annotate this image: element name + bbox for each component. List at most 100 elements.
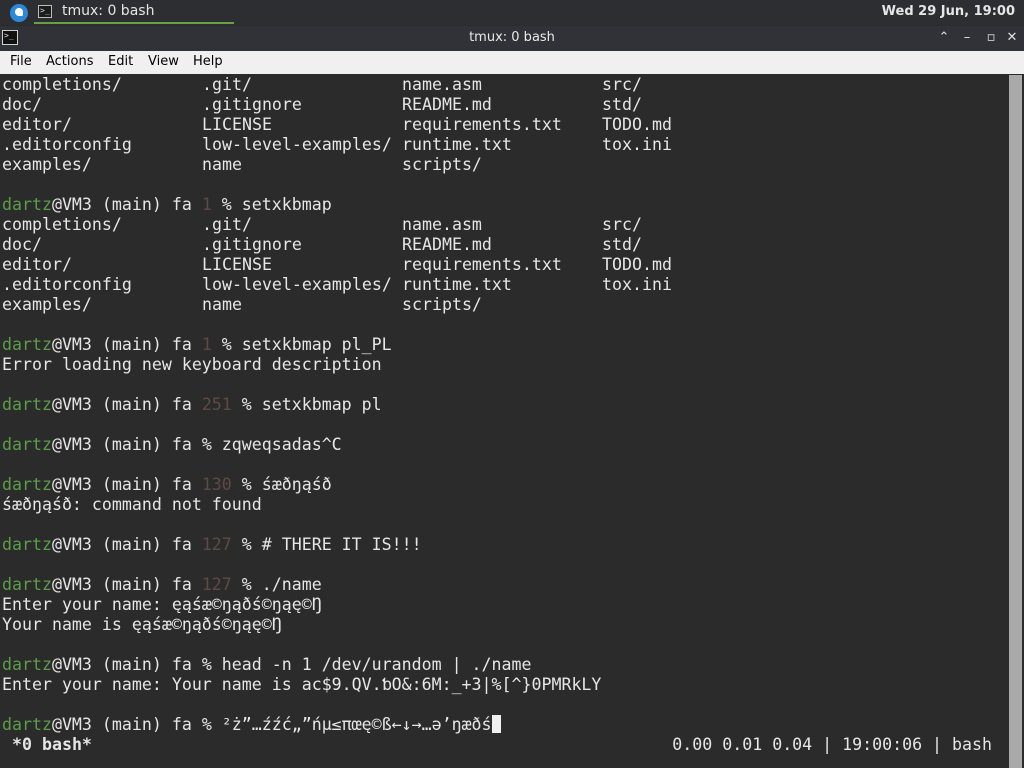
ls-entry: requirements.txt (402, 115, 562, 134)
terminal-output[interactable]: completions/ .git/ name.asm src/ doc/ .g… (0, 75, 1006, 735)
command-text: % ./name (241, 575, 322, 594)
ls-row: examples/ name scripts/ (2, 155, 482, 175)
current-prompt-line[interactable]: dartz@VM3 (main) fa % ²ż”…źźć„”ńµ≤πœę©ß←… (2, 715, 501, 735)
prompt-user: dartz (2, 715, 52, 734)
ls-entry: name (202, 155, 242, 174)
menu-edit[interactable]: Edit (108, 54, 133, 69)
ls-row: completions/ .git/ name.asm src/ (2, 75, 642, 95)
window-title: tmux: 0 bash (469, 30, 555, 45)
ls-entry: editor/ (2, 255, 72, 274)
ls-entry: low-level-examples/ (202, 275, 392, 294)
command-input[interactable]: % ²ż”…źźć„”ńµ≤πœę©ß←↓→…ə’ŋæðś (202, 715, 492, 734)
command-text: % śæðŋąśð (241, 475, 332, 494)
panel-clock[interactable]: Wed 29 Jun, 19:00 (882, 4, 1015, 19)
exit-status: 127 (201, 575, 242, 594)
exit-status: 1 (201, 195, 222, 214)
ls-entry: README.md (402, 235, 492, 254)
prompt-user: dartz (2, 395, 52, 414)
ls-entry: src/ (602, 75, 642, 94)
prompt-line: dartz@VM3 (main) fa 1 % setxkbmap (2, 195, 332, 215)
ls-row: editor/ LICENSE requirements.txt TODO.md (2, 255, 672, 275)
minimize-window-icon[interactable]: – (958, 29, 976, 47)
menu-view[interactable]: View (148, 54, 179, 69)
prompt-host: @VM3 (main) fa (51, 575, 202, 594)
ls-entry: name (202, 295, 242, 314)
ls-entry: editor/ (2, 115, 72, 134)
ls-entry: runtime.txt (402, 275, 512, 294)
ls-entry: std/ (602, 235, 642, 254)
ls-entry: examples/ (2, 155, 92, 174)
prompt-host: @VM3 (main) fa (51, 395, 202, 414)
maximize-window-icon[interactable]: ▫ (982, 29, 1000, 47)
ls-entry: tox.ini (602, 135, 672, 154)
prompt-user: dartz (2, 195, 52, 214)
prompt-host: @VM3 (main) fa (51, 655, 202, 674)
prompt-user: dartz (2, 475, 52, 494)
exit-status: 130 (201, 475, 242, 494)
ls-row: editor/ LICENSE requirements.txt TODO.md (2, 115, 672, 135)
ls-row: .editorconfig low-level-examples/ runtim… (2, 135, 672, 155)
exit-status: 1 (201, 335, 222, 354)
whisker-menu-icon[interactable] (10, 4, 28, 22)
command-text: % # THERE IT IS!!! (241, 535, 422, 554)
command-output: Enter your name: Your name is ac$9.QV.ƅO… (2, 675, 602, 694)
ls-entry: LICENSE (202, 255, 272, 274)
command-text: % setxkbmap pl_PL (221, 335, 392, 354)
scrollbar-thumb[interactable] (1009, 75, 1022, 768)
ls-entry: .editorconfig (2, 275, 132, 294)
ls-entry: .git/ (202, 215, 252, 234)
menu-file[interactable]: File (10, 54, 32, 69)
ls-entry: requirements.txt (402, 255, 562, 274)
prompt-line: dartz@VM3 (main) fa 1 % setxkbmap pl_PL (2, 335, 392, 355)
menu-bar: File Actions Edit View Help (0, 51, 1024, 74)
ls-entry: completions/ (2, 215, 122, 234)
command-text: % zqweqsadas^C (201, 435, 342, 454)
taskbar-item-tmux[interactable]: >_ tmux: 0 bash (34, 2, 234, 24)
terminal-icon: >_ (38, 5, 52, 18)
prompt-line: dartz@VM3 (main) fa % head -n 1 /dev/ura… (2, 655, 532, 675)
prompt-host: @VM3 (main) fa (51, 435, 202, 454)
prompt-user: dartz (2, 655, 52, 674)
prompt-user: dartz (2, 335, 52, 354)
prompt-line: dartz@VM3 (main) fa 251 % setxkbmap pl (2, 395, 382, 415)
close-window-icon[interactable]: ✕ (1003, 29, 1021, 47)
prompt-host: @VM3 (main) fa (51, 475, 202, 494)
window-titlebar[interactable]: >_ tmux: 0 bash ⌃ – ▫ ✕ (0, 26, 1024, 51)
prompt-host: @VM3 (main) fa (51, 335, 202, 354)
command-text: % setxkbmap (221, 195, 332, 214)
tmux-status-right: 0.00 0.01 0.04 | 19:00:06 | bash (672, 735, 992, 754)
ls-entry: TODO.md (602, 255, 672, 274)
ls-entry: README.md (402, 95, 492, 114)
ls-entry: .gitignore (202, 95, 302, 114)
command-output: Error loading new keyboard description (2, 355, 382, 374)
terminal-bottom-padding (0, 755, 1006, 768)
taskbar-item-label: tmux: 0 bash (62, 3, 155, 19)
ls-row: doc/ .gitignore README.md std/ (2, 95, 642, 115)
ls-entry: tox.ini (602, 275, 672, 294)
ls-entry: scripts/ (402, 295, 482, 314)
prompt-host: @VM3 (main) fa (51, 715, 202, 734)
prompt-user: dartz (2, 575, 52, 594)
ls-entry: src/ (602, 215, 642, 234)
ls-entry: examples/ (2, 295, 92, 314)
prompt-line: dartz@VM3 (main) fa 127 % # THERE IT IS!… (2, 535, 422, 555)
ls-entry: completions/ (2, 75, 122, 94)
prompt-line: dartz@VM3 (main) fa 127 % ./name (2, 575, 322, 595)
terminal-scrollbar[interactable] (1007, 75, 1024, 768)
ls-entry: doc/ (2, 95, 42, 114)
command-output: Your name is ęąśæ©ŋąðś©ŋąę©Ŋ (2, 615, 282, 634)
tmux-window-tab[interactable]: *0 bash* (12, 735, 92, 755)
ls-entry: .gitignore (202, 235, 302, 254)
exit-status: 127 (201, 535, 242, 554)
ls-entry: low-level-examples/ (202, 135, 392, 154)
ls-entry: name.asm (402, 215, 482, 234)
command-output: Enter your name: ęąśæ©ŋąðś©ŋąę©Ŋ (2, 595, 322, 614)
ls-row: .editorconfig low-level-examples/ runtim… (2, 275, 672, 295)
menu-actions[interactable]: Actions (46, 54, 94, 69)
ls-entry: .git/ (202, 75, 252, 94)
text-cursor (491, 715, 501, 733)
ls-entry: scripts/ (402, 155, 482, 174)
menu-help[interactable]: Help (193, 54, 223, 69)
tmux-status-bar: *0 bash* 0.00 0.01 0.04 | 19:00:06 | bas… (0, 735, 1006, 755)
shade-window-icon[interactable]: ⌃ (935, 29, 953, 47)
